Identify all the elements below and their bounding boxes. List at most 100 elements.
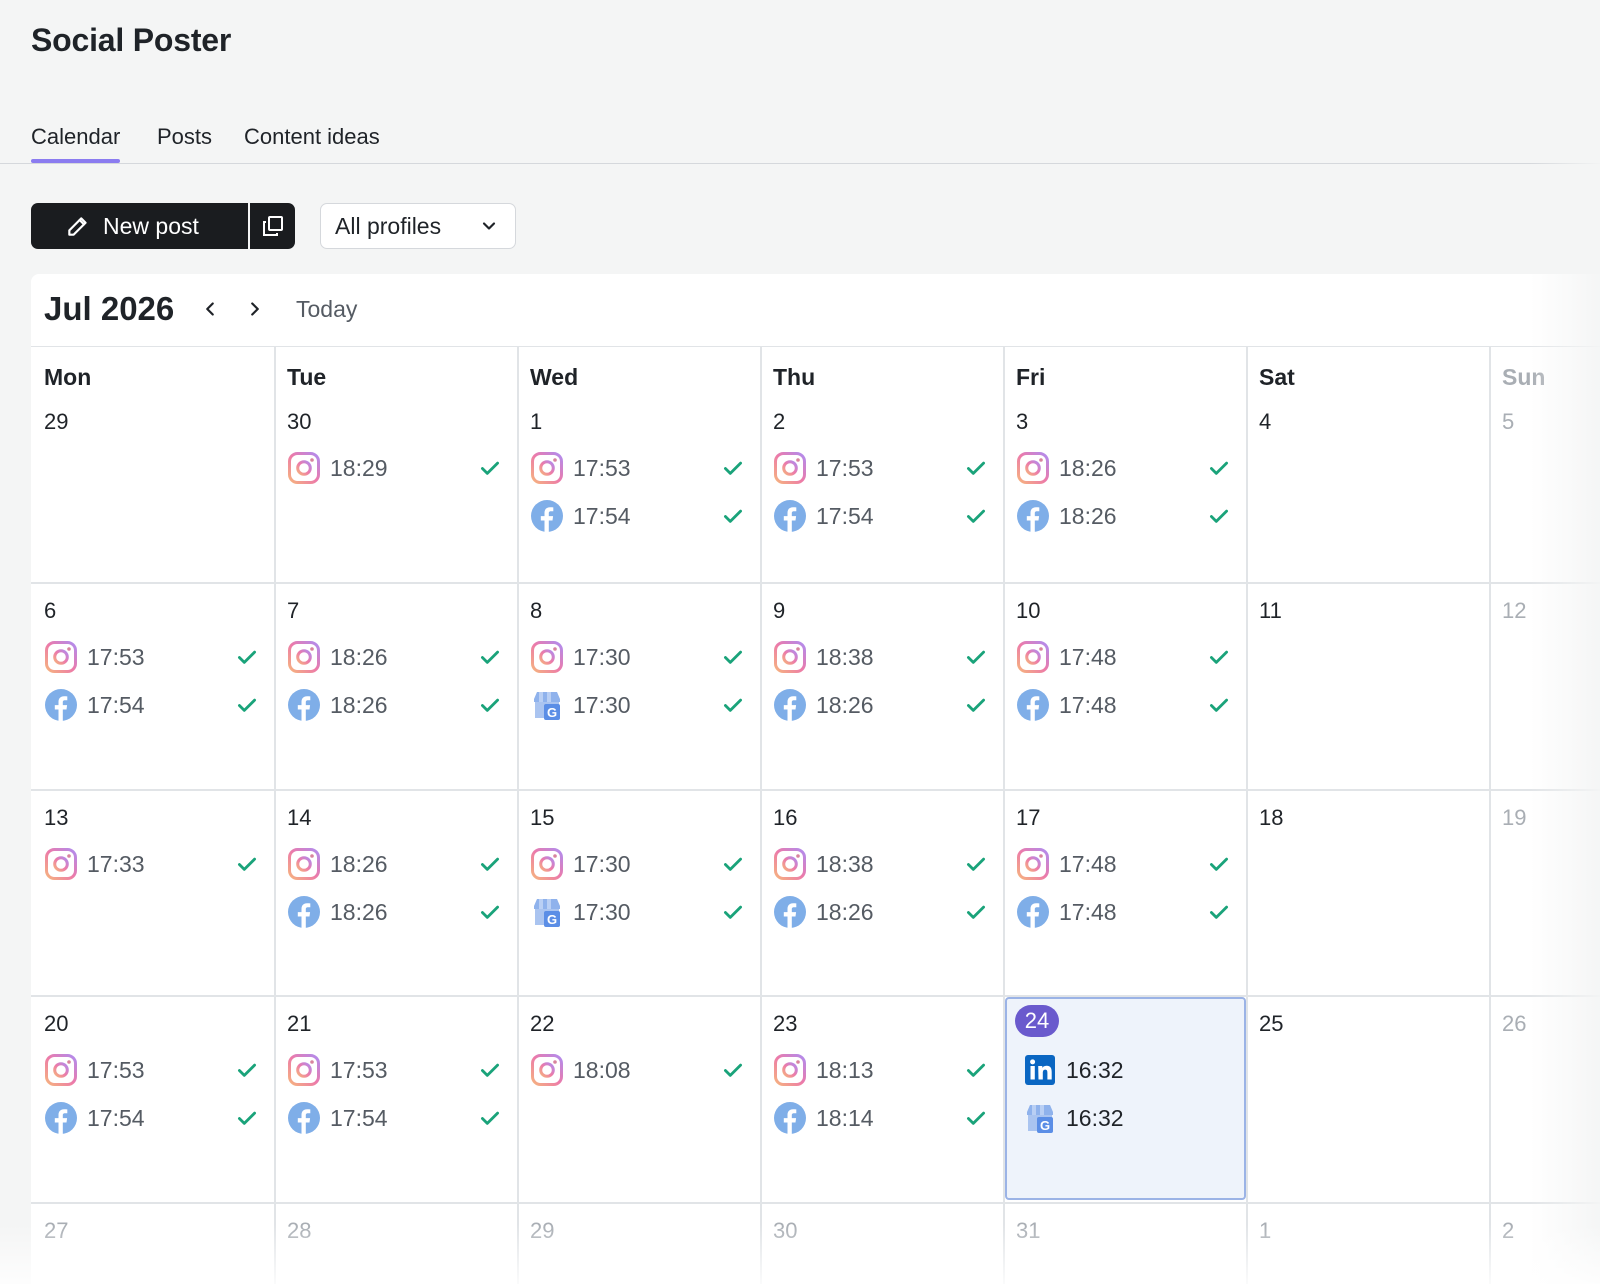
- scheduled-post-instagram[interactable]: 18:26: [287, 847, 503, 881]
- facebook-icon: [1016, 499, 1050, 533]
- calendar-day-cell[interactable]: 10 17:48 17:48: [1003, 582, 1246, 789]
- tab-posts[interactable]: Posts: [157, 124, 212, 159]
- scheduled-post-instagram[interactable]: 18:13: [773, 1053, 989, 1087]
- scheduled-post-facebook[interactable]: 17:54: [287, 1101, 503, 1135]
- profiles-select[interactable]: All profiles: [320, 203, 516, 249]
- published-check-icon: [720, 851, 746, 877]
- scheduled-post-instagram[interactable]: 18:26: [1016, 451, 1232, 485]
- calendar-day-cell[interactable]: 6 17:53 17:54: [31, 582, 274, 789]
- scheduled-post-instagram[interactable]: 17:33: [44, 847, 260, 881]
- calendar-day-cell[interactable]: 15 17:30 G 17:30: [517, 789, 760, 995]
- calendar-day-cell[interactable]: 30 18:29: [274, 347, 517, 582]
- scheduled-post-instagram[interactable]: 17:53: [287, 1053, 503, 1087]
- day-number: 10: [1016, 598, 1041, 623]
- published-check-icon: [720, 503, 746, 529]
- calendar-day-cell[interactable]: 12: [1489, 582, 1600, 789]
- scheduled-post-instagram[interactable]: 18:26: [287, 640, 503, 674]
- scheduled-post-instagram[interactable]: 17:30: [530, 640, 746, 674]
- scheduled-post-instagram[interactable]: 17:30: [530, 847, 746, 881]
- post-time: 17:53: [87, 1056, 145, 1083]
- calendar-day-cell[interactable]: 20 17:53 17:54: [31, 995, 274, 1202]
- calendar-day-cell[interactable]: 30: [760, 1202, 1003, 1284]
- calendar-day-cell[interactable]: 1: [1246, 1202, 1489, 1284]
- facebook-icon: [287, 688, 321, 722]
- scheduled-post-instagram[interactable]: 17:48: [1016, 847, 1232, 881]
- scheduled-post-google-business[interactable]: G 16:32: [1023, 1101, 1232, 1135]
- calendar-day-cell[interactable]: 19: [1489, 789, 1600, 995]
- day-number: 23: [773, 1011, 798, 1036]
- post-time: 17:53: [330, 1056, 388, 1083]
- published-check-icon: [963, 1105, 989, 1131]
- post-time: 18:26: [816, 691, 874, 718]
- calendar-day-cell[interactable]: 26: [1489, 995, 1600, 1202]
- scheduled-post-facebook[interactable]: 17:48: [1016, 688, 1232, 722]
- calendar-day-cell[interactable]: 2: [1489, 1202, 1600, 1284]
- calendar-day-cell[interactable]: 11: [1246, 582, 1489, 789]
- scheduled-post-facebook[interactable]: 17:54: [44, 688, 260, 722]
- calendar-day-cell[interactable]: 18: [1246, 789, 1489, 995]
- scheduled-post-linkedin[interactable]: 16:32: [1023, 1053, 1232, 1087]
- scheduled-post-facebook[interactable]: 17:48: [1016, 895, 1232, 929]
- scheduled-post-instagram[interactable]: 18:38: [773, 640, 989, 674]
- scheduled-post-instagram[interactable]: 17:53: [44, 1053, 260, 1087]
- calendar-day-cell[interactable]: 5: [1489, 347, 1600, 582]
- instagram-icon: [44, 640, 78, 674]
- day-number: 16: [773, 805, 798, 830]
- previous-month-button[interactable]: [197, 296, 223, 322]
- calendar-day-cell[interactable]: 13 17:33: [31, 789, 274, 995]
- calendar-day-cell[interactable]: 9 18:38 18:26: [760, 582, 1003, 789]
- new-post-button[interactable]: New post: [31, 203, 248, 249]
- calendar-day-cell[interactable]: 23 18:13 18:14: [760, 995, 1003, 1202]
- calendar-day-cell[interactable]: 31: [1003, 1202, 1246, 1284]
- scheduled-post-facebook[interactable]: 17:54: [44, 1101, 260, 1135]
- scheduled-post-instagram[interactable]: 18:29: [287, 451, 503, 485]
- scheduled-post-facebook[interactable]: 18:26: [773, 895, 989, 929]
- tab-content-ideas[interactable]: Content ideas: [244, 124, 380, 159]
- calendar-day-cell[interactable]: 2 17:53 17:54: [760, 347, 1003, 582]
- scheduled-post-facebook[interactable]: 18:26: [287, 688, 503, 722]
- calendar-day-cell[interactable]: 7 18:26 18:26: [274, 582, 517, 789]
- scheduled-post-instagram[interactable]: 17:48: [1016, 640, 1232, 674]
- calendar-day-cell[interactable]: 1 17:53 17:54: [517, 347, 760, 582]
- scheduled-post-google-business[interactable]: G 17:30: [530, 688, 746, 722]
- calendar-day-cell[interactable]: 25: [1246, 995, 1489, 1202]
- scheduled-post-instagram[interactable]: 17:53: [773, 451, 989, 485]
- calendar-day-cell[interactable]: 17 17:48 17:48: [1003, 789, 1246, 995]
- tab-calendar[interactable]: Calendar: [31, 124, 121, 163]
- calendar-day-cell[interactable]: 24 16:32 G 16:32: [1003, 995, 1246, 1202]
- scheduled-post-google-business[interactable]: G 17:30: [530, 895, 746, 929]
- calendar-day-cell[interactable]: 29: [517, 1202, 760, 1284]
- today-button[interactable]: Today: [296, 296, 357, 323]
- calendar-day-cell[interactable]: 3 18:26 18:26: [1003, 347, 1246, 582]
- scheduled-post-facebook[interactable]: 18:26: [1016, 499, 1232, 533]
- scheduled-post-instagram[interactable]: 17:53: [44, 640, 260, 674]
- scheduled-post-facebook[interactable]: 18:26: [773, 688, 989, 722]
- calendar-day-cell[interactable]: 8 17:30 G 17:30: [517, 582, 760, 789]
- scheduled-post-instagram[interactable]: 18:08: [530, 1053, 746, 1087]
- pencil-icon: [68, 217, 87, 236]
- calendar-day-cell[interactable]: 22 18:08: [517, 995, 760, 1202]
- calendar-day-cell[interactable]: 28: [274, 1202, 517, 1284]
- duplicate-post-button[interactable]: [248, 203, 295, 249]
- calendar-day-cell[interactable]: 21 17:53 17:54: [274, 995, 517, 1202]
- calendar-day-cell[interactable]: 29: [31, 347, 274, 582]
- post-time: 17:48: [1059, 643, 1117, 670]
- scheduled-post-facebook[interactable]: 18:26: [287, 895, 503, 929]
- published-check-icon: [234, 644, 260, 670]
- published-check-icon: [234, 1105, 260, 1131]
- calendar-day-cell[interactable]: 27: [31, 1202, 274, 1284]
- post-time: 17:54: [816, 502, 874, 529]
- day-number: 6: [44, 598, 57, 623]
- scheduled-post-instagram[interactable]: 17:53: [530, 451, 746, 485]
- calendar-day-cell[interactable]: 4: [1246, 347, 1489, 582]
- scheduled-post-facebook[interactable]: 17:54: [530, 499, 746, 533]
- month-label: Jul 2026: [44, 290, 175, 327]
- scheduled-post-instagram[interactable]: 18:38: [773, 847, 989, 881]
- day-number: 25: [1259, 1011, 1284, 1036]
- scheduled-post-facebook[interactable]: 17:54: [773, 499, 989, 533]
- next-month-button[interactable]: [242, 296, 268, 322]
- calendar-day-cell[interactable]: 16 18:38 18:26: [760, 789, 1003, 995]
- scheduled-post-facebook[interactable]: 18:14: [773, 1101, 989, 1135]
- calendar-day-cell[interactable]: 14 18:26 18:26: [274, 789, 517, 995]
- facebook-icon: [44, 688, 78, 722]
